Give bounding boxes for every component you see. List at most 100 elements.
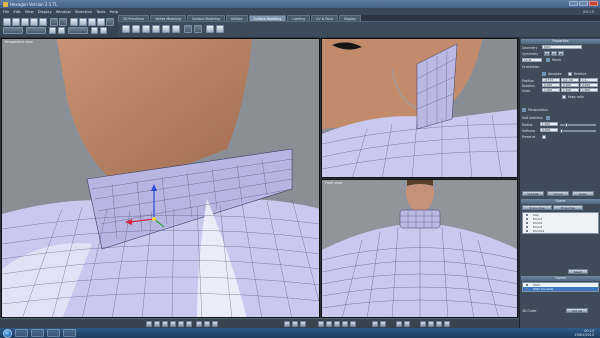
shading-4-icon[interactable] [342,321,348,327]
face-mode-icon[interactable] [88,18,96,26]
menu-view[interactable]: View [25,9,34,14]
radius-field[interactable]: 1.000 [540,122,558,126]
view-layout-7-icon[interactable] [436,321,442,327]
add-object-button[interactable]: Add obj [566,308,588,313]
position-x-field[interactable]: -0.777 [542,78,560,82]
position-y-field[interactable]: 4.2..00 [561,78,579,82]
apply-button[interactable]: Apply [572,191,594,196]
scene-item-form04[interactable]: Form04 [523,229,598,233]
view-layout-5-icon[interactable] [420,321,426,327]
nav-reset-icon[interactable] [186,321,192,327]
palette-tool-1-icon[interactable] [122,25,130,33]
shading-2-icon[interactable] [326,321,332,327]
view-layout-3-icon[interactable] [396,321,402,327]
layer-visibility-icon[interactable] [526,284,528,286]
softness-slider-knob[interactable] [560,129,563,133]
selection-filter-dropdown[interactable] [3,27,23,34]
absolute-radio[interactable] [542,72,546,76]
vertex-mode-icon[interactable] [70,18,78,26]
shading-1-icon[interactable] [318,321,324,327]
lock-icon[interactable] [49,27,56,34]
minimize-button[interactable] [569,1,578,6]
nav-fit-icon[interactable] [170,321,176,327]
sphere-tool-icon[interactable] [39,18,47,26]
view-layout-1-icon[interactable] [372,321,378,327]
grid-icon[interactable] [91,27,98,34]
menu-help[interactable]: Help [110,9,119,14]
palette-tool-7-icon[interactable] [184,25,192,33]
coordinate-dropdown-field[interactable]: Local [522,58,542,62]
close-button[interactable] [589,1,598,6]
palette-tool-8-icon[interactable] [194,25,202,33]
shading-5-icon[interactable] [350,321,356,327]
manipulation-checkbox[interactable] [522,108,526,112]
nav-camera-icon[interactable] [196,321,202,327]
menu-file[interactable]: File [3,9,9,14]
taskbar-browser-icon[interactable] [31,329,44,337]
softness-slider[interactable] [560,129,596,133]
undo-icon[interactable] [50,18,58,26]
edge-mode-icon[interactable] [79,18,87,26]
taskbar-explorer-icon[interactable] [15,329,28,337]
closeup-viewport[interactable] [321,38,518,178]
start-button[interactable] [3,328,12,338]
position-z-field[interactable]: 1.1... [580,78,598,82]
symmetry-x-button[interactable]: X [544,51,550,56]
magnet-icon[interactable] [100,27,107,34]
nav-pan-icon[interactable] [146,321,152,327]
nav-zoom-icon[interactable] [162,321,168,327]
layer-item-shirt-current[interactable]: Shirt (current) [523,287,598,291]
rotate-tool-icon[interactable] [21,18,29,26]
rotation-x-field[interactable]: 0.000 [542,83,560,87]
palette-tool-4-icon[interactable] [152,25,160,33]
palette-tool-3-icon[interactable] [142,25,150,33]
layer-visibility-icon[interactable] [526,288,528,290]
perspective-viewport[interactable]: Perspective view [1,38,320,318]
front-viewport[interactable]: Front view [321,179,518,318]
menu-display[interactable]: Display [38,9,52,14]
scene-properties-tab[interactable]: Properties [553,205,583,210]
palette-tool-10-icon[interactable] [216,25,224,33]
symmetry-z-button[interactable]: Z [558,51,564,56]
world-radio[interactable] [546,58,550,62]
palette-tool-6-icon[interactable] [172,25,180,33]
soft-selection-checkbox[interactable] [546,116,550,120]
nav-light-icon[interactable] [204,321,210,327]
maximize-button[interactable] [579,1,588,6]
palette-tool-5-icon[interactable] [162,25,170,33]
menu-selection[interactable]: Selection [75,9,93,14]
validate-button[interactable]: Validate [522,191,544,196]
render-mode-1-icon[interactable] [284,321,290,327]
palette-tool-2-icon[interactable] [132,25,140,33]
shading-3-icon[interactable] [334,321,340,327]
taskbar-media-icon[interactable] [47,329,60,337]
softness-field[interactable]: 0.000 [540,128,558,132]
redo-icon[interactable] [59,18,67,26]
view-layout-4-icon[interactable] [404,321,410,327]
scale-tool-icon[interactable] [30,18,38,26]
relative-radio[interactable] [568,72,572,76]
render-mode-2-icon[interactable] [292,321,298,327]
scale-y-field[interactable]: 1.000 [561,88,579,92]
menu-tools[interactable]: Tools [96,9,105,14]
preserve-checkbox[interactable] [542,135,546,139]
pivot-icon[interactable] [58,27,65,34]
scale-x-field[interactable]: 1.000 [542,88,560,92]
symmetry-y-button[interactable]: Y [551,51,557,56]
radius-slider-knob[interactable] [565,123,568,127]
palette-tool-9-icon[interactable] [206,25,214,33]
render-mode-3-icon[interactable] [300,321,306,327]
view-layout-6-icon[interactable] [428,321,434,327]
scale-z-field[interactable]: 1.000 [580,88,598,92]
keep-ratio-checkbox[interactable] [562,95,566,99]
object-name-field[interactable]: Shirt [542,45,582,49]
view-layout-2-icon[interactable] [380,321,386,327]
snap-icon[interactable] [106,18,114,26]
view-layout-8-icon[interactable] [444,321,450,327]
select-button[interactable]: Select [568,269,588,274]
rotation-z-field[interactable]: 0.000 [580,83,598,87]
cancel-button[interactable]: Cancel [547,191,569,196]
menu-edit[interactable]: Edit [13,9,20,14]
system-clock[interactable]: 00:13 23/01/2012 [574,329,594,337]
taskbar-hexagon-icon[interactable] [63,329,76,337]
